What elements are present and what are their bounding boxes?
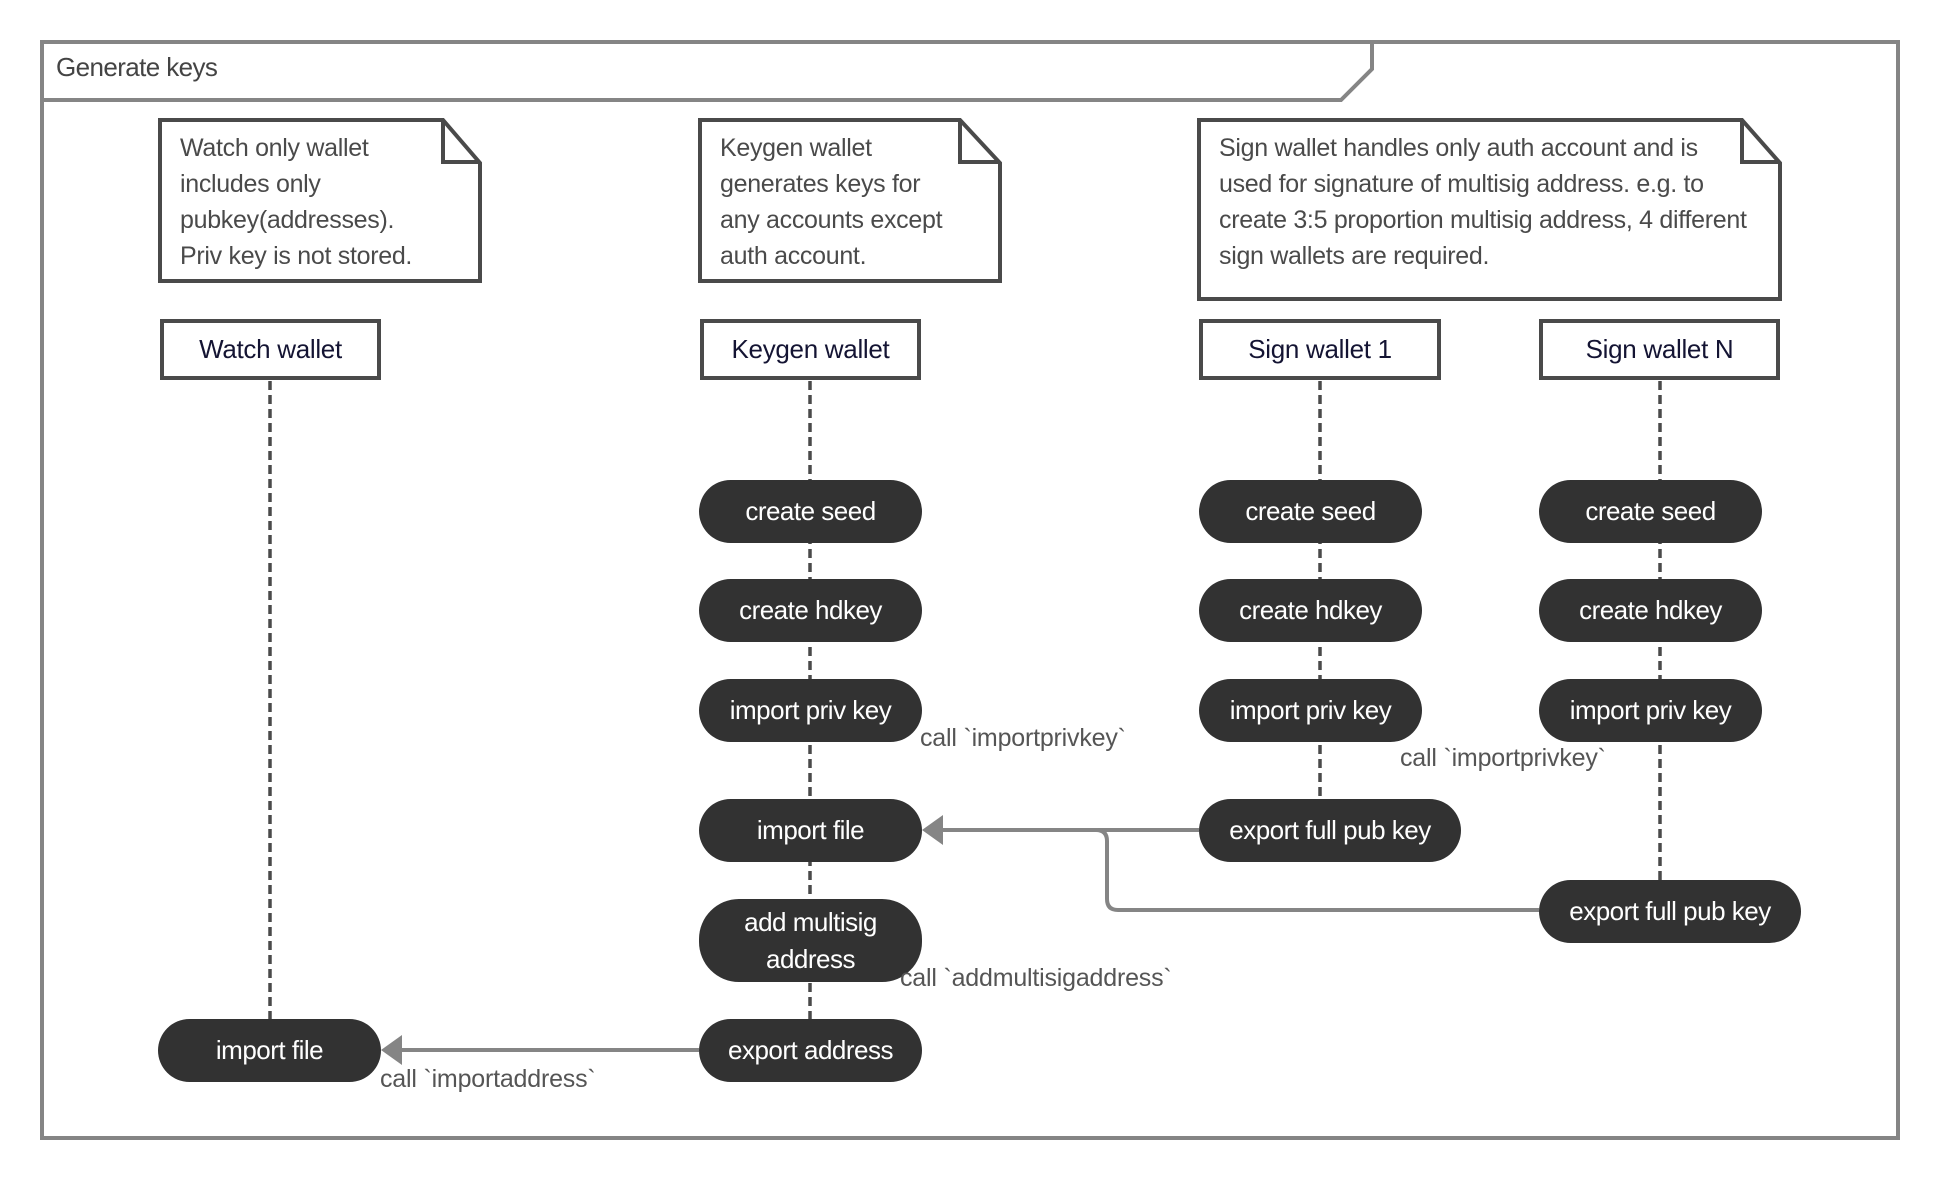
keygen-import-priv-key[interactable]: import priv key xyxy=(699,679,922,742)
keygen-create-hdkey[interactable]: create hdkey xyxy=(699,579,922,642)
keygen-import-file[interactable]: import file xyxy=(699,799,922,862)
arrowhead-keygen-import xyxy=(922,815,943,845)
lifeline-header-keygen[interactable]: Keygen wallet xyxy=(700,319,921,380)
note-watch-text: Watch only wallet includes only pubkey(a… xyxy=(180,134,413,270)
arrowhead-watch-import xyxy=(381,1035,402,1065)
keygen-create-seed[interactable]: create seed xyxy=(699,480,922,543)
lifeline-header-signN[interactable]: Sign wallet N xyxy=(1539,319,1780,380)
sign1-export-full-pub-key[interactable]: export full pub key xyxy=(1199,799,1461,862)
signN-export-full-pub-key[interactable]: export full pub key xyxy=(1539,880,1801,943)
note-keygen-text: Keygen wallet generates keys for any acc… xyxy=(720,134,943,270)
lifeline-header-watch[interactable]: Watch wallet xyxy=(160,319,381,380)
note-keygen: Keygen wallet generates keys for any acc… xyxy=(700,120,1000,281)
sign1-create-hdkey[interactable]: create hdkey xyxy=(1199,579,1422,642)
note-watch: Watch only wallet includes only pubkey(a… xyxy=(160,120,480,281)
keygen-add-multisig-address[interactable]: add multisig address xyxy=(699,899,922,982)
note-sign-text: Sign wallet handles only auth account an… xyxy=(1219,134,1747,270)
sign1-import-priv-key[interactable]: import priv key xyxy=(1199,679,1422,742)
call-label-addmultisigaddress: call `addmultisigaddress` xyxy=(900,964,1172,992)
watch-import-file[interactable]: import file xyxy=(158,1019,381,1082)
note-sign: Sign wallet handles only auth account an… xyxy=(1199,120,1780,299)
signN-create-hdkey[interactable]: create hdkey xyxy=(1539,579,1762,642)
signN-create-seed[interactable]: create seed xyxy=(1539,480,1762,543)
keygen-export-address[interactable]: export address xyxy=(699,1019,922,1082)
frame-title-tab xyxy=(42,42,1374,102)
lifeline-header-sign1[interactable]: Sign wallet 1 xyxy=(1199,319,1441,380)
call-label-sign-importprivkey: call `importprivkey` xyxy=(1400,744,1606,772)
call-label-importaddress: call `importaddress` xyxy=(380,1065,596,1093)
sign1-create-seed[interactable]: create seed xyxy=(1199,480,1422,543)
call-label-keygen-importprivkey: call `importprivkey` xyxy=(920,724,1126,752)
signN-import-priv-key[interactable]: import priv key xyxy=(1539,679,1762,742)
